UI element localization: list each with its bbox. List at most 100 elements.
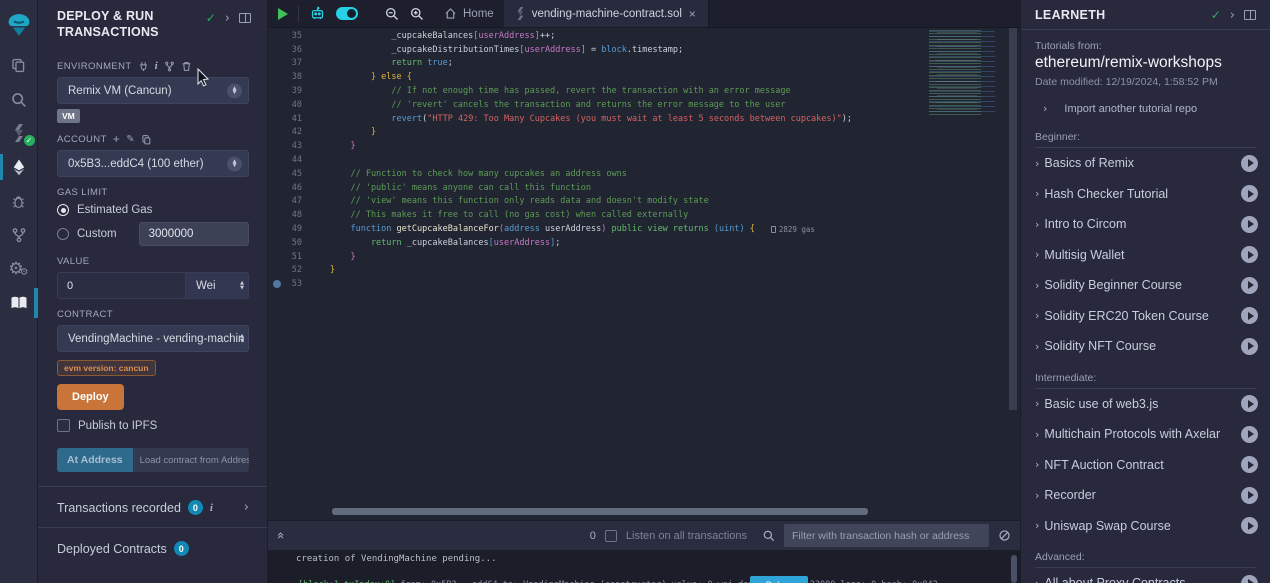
terminal-log[interactable]: creation of VendingMachine pending... [b… xyxy=(268,550,1020,583)
code-line[interactable]: 42 } xyxy=(268,126,1020,140)
tab-home[interactable]: Home xyxy=(434,0,504,27)
line-number[interactable]: 45 xyxy=(268,169,302,179)
line-number[interactable]: 47 xyxy=(268,196,302,206)
clear-icon[interactable] xyxy=(998,529,1011,542)
checkbox-icon[interactable] xyxy=(57,419,70,432)
sidebar-item-learneth[interactable] xyxy=(0,286,38,320)
line-number[interactable]: 39 xyxy=(268,86,302,96)
code-line[interactable]: 48 // This makes it free to call (no gas… xyxy=(268,208,1020,222)
edit-icon[interactable]: ✎ xyxy=(126,134,135,145)
close-icon[interactable]: × xyxy=(689,7,696,21)
publish-ipfs-option[interactable]: Publish to IPFS xyxy=(57,419,249,432)
line-number[interactable]: 52 xyxy=(268,265,302,275)
search-icon[interactable] xyxy=(762,529,775,542)
panel-icon[interactable] xyxy=(1244,10,1256,20)
code-line[interactable]: 38 } else { xyxy=(268,70,1020,84)
code-line[interactable]: 46 // 'public' means anyone can call thi… xyxy=(268,181,1020,195)
contract-select[interactable]: VendingMachine - vending-machin ▲▼ xyxy=(57,325,249,352)
trash-icon[interactable] xyxy=(181,61,192,72)
radio-selected-icon[interactable] xyxy=(57,204,69,216)
zoom-in-icon[interactable] xyxy=(409,6,424,21)
editor-horizontal-scrollbar[interactable] xyxy=(332,508,868,515)
zoom-out-icon[interactable] xyxy=(384,6,399,21)
copy-icon[interactable] xyxy=(141,134,152,145)
listen-checkbox-icon[interactable] xyxy=(605,530,617,542)
tutorial-row[interactable]: ›Multisig Wallet xyxy=(1021,240,1270,271)
deployed-contracts-row[interactable]: Deployed Contracts 0 xyxy=(38,527,267,568)
line-number[interactable]: 36 xyxy=(268,45,302,55)
line-number[interactable]: 43 xyxy=(268,141,302,151)
info-icon[interactable]: i xyxy=(155,60,158,72)
select-caret-icon[interactable]: ▲▼ xyxy=(227,156,242,171)
plug-icon[interactable] xyxy=(138,61,149,72)
double-chevron-down-icon[interactable]: » xyxy=(274,532,287,540)
select-caret-icon[interactable]: ▲▼ xyxy=(227,83,242,98)
play-tutorial-button[interactable] xyxy=(1241,487,1258,504)
play-tutorial-button[interactable] xyxy=(1241,216,1258,233)
sidebar-item-deploy-and-run[interactable] xyxy=(0,150,38,184)
tutorial-row[interactable]: ›Basic use of web3.js xyxy=(1021,389,1270,420)
play-tutorial-button[interactable] xyxy=(1241,456,1258,473)
editor-vertical-scrollbar[interactable] xyxy=(1009,28,1017,410)
fork-icon[interactable] xyxy=(164,61,175,72)
run-script-icon[interactable] xyxy=(278,8,288,20)
line-number[interactable]: 40 xyxy=(268,100,302,110)
play-tutorial-button[interactable] xyxy=(1241,395,1258,412)
sidebar-item-debugger[interactable] xyxy=(0,184,38,218)
code-line[interactable]: 44 xyxy=(268,153,1020,167)
import-tutorial-row[interactable]: › Import another tutorial repo xyxy=(1021,88,1270,121)
play-tutorial-button[interactable] xyxy=(1241,155,1258,172)
code-line[interactable]: 53 xyxy=(268,277,1020,291)
estimated-gas-option[interactable]: Estimated Gas xyxy=(57,204,249,216)
tutorial-row[interactable]: ›Uniswap Swap Course xyxy=(1021,511,1270,542)
sidebar-item-settings[interactable]: ⚙⚙ xyxy=(0,252,38,286)
at-address-button[interactable]: At Address xyxy=(57,448,133,472)
code-line[interactable]: 43 } xyxy=(268,139,1020,153)
tutorial-row[interactable]: ›Hash Checker Tutorial xyxy=(1021,179,1270,210)
play-tutorial-button[interactable] xyxy=(1241,575,1258,583)
tutorial-row[interactable]: ›Basics of Remix xyxy=(1021,148,1270,179)
play-tutorial-button[interactable] xyxy=(1241,307,1258,324)
sidebar-item-search[interactable] xyxy=(0,82,38,116)
custom-gas-option[interactable]: Custom 3000000 xyxy=(57,222,249,246)
ai-assistant-icon[interactable] xyxy=(309,5,326,22)
line-number[interactable]: 42 xyxy=(268,127,302,137)
play-tutorial-button[interactable] xyxy=(1241,338,1258,355)
unit-caret-icon[interactable]: ▲▼ xyxy=(240,281,244,291)
panel-icon[interactable] xyxy=(239,13,251,23)
value-unit-select[interactable]: Wei ▲▼ xyxy=(185,272,249,299)
code-line[interactable]: 52} xyxy=(268,264,1020,278)
play-tutorial-button[interactable] xyxy=(1241,426,1258,443)
code-line[interactable]: 47 // 'view' means this function only re… xyxy=(268,195,1020,209)
environment-select[interactable]: Remix VM (Cancun) ▲▼ xyxy=(57,77,249,104)
line-number[interactable]: 48 xyxy=(268,210,302,220)
terminal-scrollbar[interactable] xyxy=(1011,555,1017,583)
play-tutorial-button[interactable] xyxy=(1241,246,1258,263)
debug-button[interactable]: Debug xyxy=(750,576,808,583)
line-number[interactable]: 44 xyxy=(268,155,302,165)
tab-vending-machine-contract[interactable]: vending-machine-contract.sol × xyxy=(504,0,709,27)
tutorial-row[interactable]: ›NFT Auction Contract xyxy=(1021,450,1270,481)
code-editor[interactable]: 35 _cupcakeBalances[userAddress]++;36 _c… xyxy=(268,28,1020,520)
plus-icon[interactable]: + xyxy=(113,133,120,145)
at-address-input[interactable]: Load contract from Addres xyxy=(133,448,249,472)
code-line[interactable]: 40 // 'revert' cancels the transaction a… xyxy=(268,98,1020,112)
code-line[interactable]: 41 revert("HTTP 429: Too Many Cupcakes (… xyxy=(268,112,1020,126)
deploy-button[interactable]: Deploy xyxy=(57,384,124,410)
tutorial-row[interactable]: ›Intro to Circom xyxy=(1021,209,1270,240)
line-number[interactable]: 35 xyxy=(268,31,302,41)
contract-caret-icon[interactable]: ▲▼ xyxy=(240,334,244,344)
code-line[interactable]: 35 _cupcakeBalances[userAddress]++; xyxy=(268,29,1020,43)
minimap[interactable] xyxy=(923,28,1006,118)
code-line[interactable]: 49 function getCupcakeBalanceFor(address… xyxy=(268,222,1020,236)
tutorial-row[interactable]: ›Solidity NFT Course xyxy=(1021,331,1270,362)
line-number[interactable]: 51 xyxy=(268,252,302,262)
play-tutorial-button[interactable] xyxy=(1241,185,1258,202)
chevron-right-icon[interactable]: › xyxy=(244,501,249,514)
account-select[interactable]: 0x5B3...eddC4 (100 ether) ▲▼ xyxy=(57,150,249,177)
code-line[interactable]: 36 _cupcakeDistributionTimes[userAddress… xyxy=(268,43,1020,57)
code-line[interactable]: 51 } xyxy=(268,250,1020,264)
code-line[interactable]: 50 return _cupcakeBalances[userAddress]; xyxy=(268,236,1020,250)
tutorial-row[interactable]: ›Solidity ERC20 Token Course xyxy=(1021,301,1270,332)
line-number[interactable]: 38 xyxy=(268,72,302,82)
